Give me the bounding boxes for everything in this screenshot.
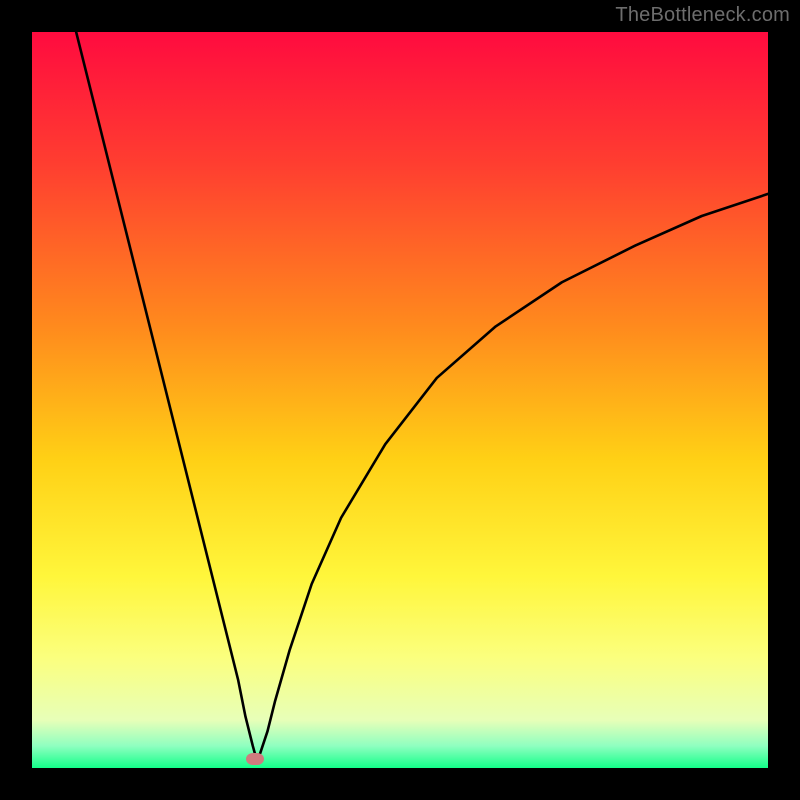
- watermark-text: TheBottleneck.com: [615, 4, 790, 27]
- chart-frame: TheBottleneck.com: [0, 0, 800, 800]
- bottleneck-curve: [32, 32, 768, 768]
- min-point-marker: [246, 753, 264, 765]
- plot-area: [32, 32, 768, 768]
